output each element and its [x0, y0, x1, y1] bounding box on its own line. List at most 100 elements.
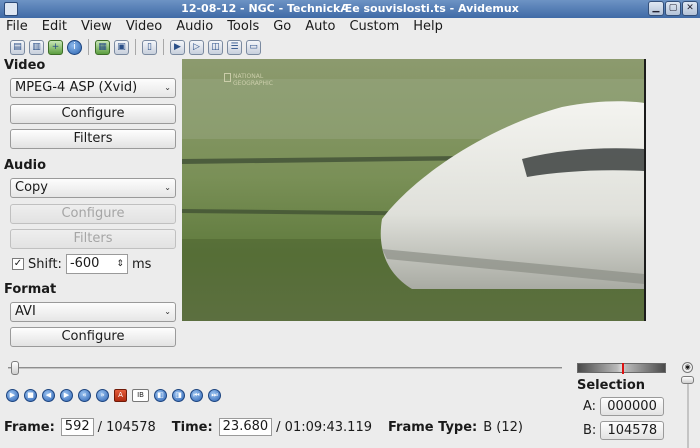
- chevron-down-icon: ⌄: [164, 307, 171, 316]
- next-black-frame-icon[interactable]: ⏭: [208, 389, 221, 402]
- next-frame-icon[interactable]: ▶: [60, 389, 73, 402]
- spin-arrows-icon[interactable]: ⇕: [116, 255, 124, 273]
- marker-a-row: A: 000000: [583, 397, 665, 416]
- shift-spinbox[interactable]: -600 ⇕: [65, 254, 128, 274]
- menu-file[interactable]: File: [6, 18, 28, 36]
- time-input[interactable]: 23.680: [218, 418, 273, 436]
- format-section-title: Format: [4, 282, 57, 297]
- previous-black-frame-icon[interactable]: ⏮: [190, 389, 203, 402]
- frame-type-value: B (12): [483, 419, 523, 435]
- separate-window-icon[interactable]: ▭: [246, 39, 261, 55]
- frame-total: / 104578: [97, 419, 156, 435]
- append-icon[interactable]: +: [48, 39, 63, 55]
- volume-track: [687, 376, 689, 448]
- menu-bar: File Edit View Video Audio Tools Go Auto…: [0, 18, 700, 36]
- logo-frame-icon: [224, 73, 231, 82]
- time-total: / 01:09:43.119: [276, 419, 372, 435]
- video-codec-value: MPEG-4 ASP (Xvid): [15, 80, 138, 95]
- stop-icon[interactable]: ■: [24, 389, 37, 402]
- goto-marker-a-icon[interactable]: ◧: [154, 389, 167, 402]
- volume-icon: ◉: [682, 362, 693, 373]
- timeline-track: [8, 367, 562, 369]
- chevron-down-icon: ⌄: [164, 83, 171, 92]
- menu-edit[interactable]: Edit: [42, 18, 67, 36]
- audio-codec-value: Copy: [15, 180, 48, 195]
- input-preview-icon[interactable]: ▶: [170, 39, 185, 55]
- menu-help[interactable]: Help: [413, 18, 443, 36]
- next-keyframe-icon[interactable]: »: [96, 389, 109, 402]
- calculator-icon[interactable]: ▦: [95, 39, 110, 55]
- previous-keyframe-icon[interactable]: «: [78, 389, 91, 402]
- time-label: Time:: [171, 419, 213, 435]
- format-configure-button[interactable]: Configure: [10, 327, 176, 347]
- set-marker-b-icon[interactable]: IB: [132, 389, 149, 402]
- menu-video[interactable]: Video: [126, 18, 162, 36]
- minimize-icon[interactable]: ▁: [648, 1, 664, 16]
- marker-b-label: B:: [583, 423, 597, 438]
- menu-auto[interactable]: Auto: [305, 18, 335, 36]
- format-value: AVI: [15, 304, 36, 319]
- marker-b-button[interactable]: 104578: [600, 421, 665, 440]
- menu-audio[interactable]: Audio: [176, 18, 213, 36]
- top-bottom-icon[interactable]: ☰: [227, 39, 242, 55]
- shift-checkbox[interactable]: ✓: [12, 258, 24, 270]
- timeline-thumb[interactable]: [11, 361, 19, 375]
- audio-filters-button[interactable]: Filters: [10, 229, 176, 249]
- toolbar-separator: [88, 39, 89, 55]
- video-filters-button[interactable]: Filters: [10, 129, 176, 149]
- selection-title: Selection: [577, 378, 646, 393]
- video-preview: NATIONAL GEOGRAPHIC: [182, 59, 646, 321]
- phone-icon[interactable]: ▯: [142, 39, 157, 55]
- frame-input[interactable]: 592: [60, 418, 94, 436]
- close-icon[interactable]: ✕: [682, 1, 698, 16]
- volume-thumb[interactable]: [681, 376, 694, 384]
- logo-line1: NATIONAL: [233, 73, 264, 80]
- window-controls: ▁ ▢ ✕: [648, 1, 698, 16]
- marker-a-label: A:: [583, 399, 597, 414]
- set-marker-a-icon[interactable]: A: [114, 389, 127, 402]
- selection-panel: Selection A: 000000 B: 104578: [575, 360, 667, 448]
- menu-custom[interactable]: Custom: [349, 18, 399, 36]
- chevron-down-icon: ⌄: [164, 183, 171, 192]
- maximize-icon[interactable]: ▢: [665, 1, 681, 16]
- marker-b-row: B: 104578: [583, 421, 665, 440]
- menu-view[interactable]: View: [81, 18, 112, 36]
- format-select[interactable]: AVI ⌄: [10, 302, 176, 322]
- previous-frame-icon[interactable]: ◀: [42, 389, 55, 402]
- meter-marker: [622, 363, 624, 374]
- marker-a-button[interactable]: 000000: [600, 397, 665, 416]
- timeline-slider[interactable]: [8, 361, 562, 375]
- audio-shift-row: ✓ Shift: -600 ⇕ ms: [12, 254, 151, 274]
- video-configure-button[interactable]: Configure: [10, 104, 176, 124]
- open-video-icon[interactable]: ▤: [10, 39, 25, 55]
- video-section-title: Video: [4, 58, 46, 73]
- volume-slider[interactable]: ◉: [681, 362, 694, 448]
- audio-configure-button[interactable]: Configure: [10, 204, 176, 224]
- menu-go[interactable]: Go: [273, 18, 291, 36]
- info-icon[interactable]: i: [67, 39, 82, 55]
- frame-label: Frame:: [4, 419, 55, 435]
- toolbar-separator: [135, 39, 136, 55]
- output-preview-icon[interactable]: ▷: [189, 39, 204, 55]
- save-video-icon[interactable]: ▥: [29, 39, 44, 55]
- save-image-icon[interactable]: ▣: [114, 39, 129, 55]
- audio-section-title: Audio: [4, 158, 47, 173]
- status-row: Frame: 592 / 104578 Time: 23.680 / 01:09…: [4, 417, 523, 437]
- video-frame: [182, 59, 644, 321]
- logo-line2: GEOGRAPHIC: [233, 80, 273, 87]
- window-title: 12-08-12 - NGC - TechnickÆe souvislosti.…: [181, 2, 519, 15]
- volume-meter: [577, 363, 666, 374]
- shift-value: -600: [69, 256, 100, 271]
- menu-tools[interactable]: Tools: [227, 18, 259, 36]
- toolbar-separator: [163, 39, 164, 55]
- video-codec-select[interactable]: MPEG-4 ASP (Xvid) ⌄: [10, 78, 176, 98]
- goto-marker-b-icon[interactable]: ◨: [172, 389, 185, 402]
- sidebar: Video MPEG-4 ASP (Xvid) ⌄ Configure Filt…: [0, 58, 180, 358]
- side-by-side-icon[interactable]: ◫: [208, 39, 223, 55]
- play-icon[interactable]: ▶: [6, 389, 19, 402]
- app-icon: [4, 2, 18, 16]
- audio-codec-select[interactable]: Copy ⌄: [10, 178, 176, 198]
- shift-label: Shift:: [28, 256, 62, 272]
- frame-type-label: Frame Type:: [388, 419, 478, 435]
- shift-unit: ms: [131, 256, 152, 272]
